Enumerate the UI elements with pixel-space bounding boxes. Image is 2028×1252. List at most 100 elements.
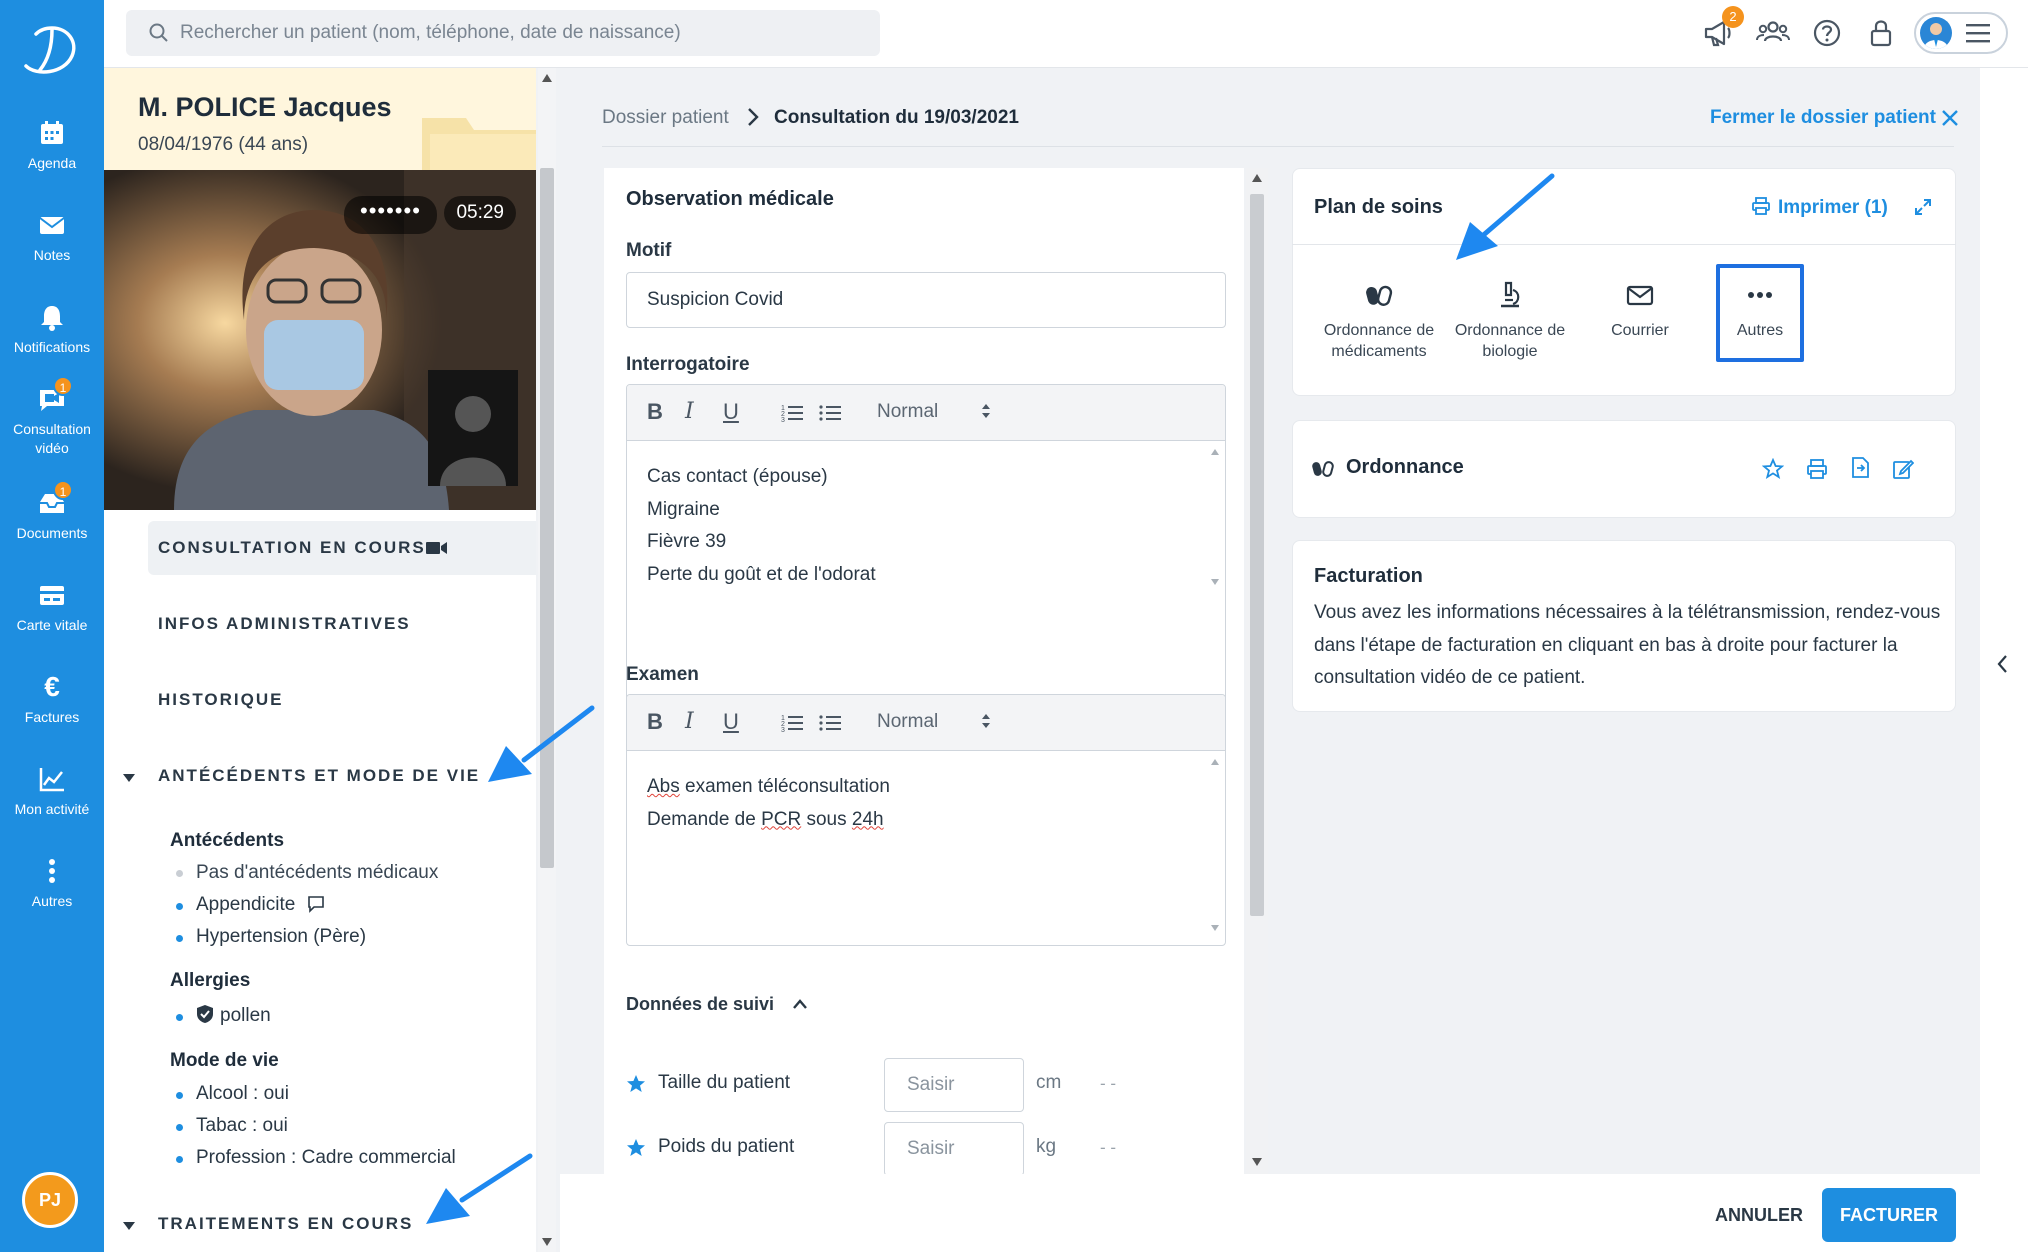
select-arrows-icon — [982, 714, 990, 728]
nav-carte-vitale[interactable]: Carte vitale — [0, 580, 104, 635]
ordonnance-biologie-action[interactable]: Ordonnance de biologie — [1440, 266, 1580, 362]
section-traitements-label: TRAITEMENTS EN COURS — [158, 1214, 414, 1233]
patient-panel-scrollbar[interactable] — [538, 68, 556, 1252]
nav-notes[interactable]: Notes — [0, 210, 104, 265]
examen-editor[interactable]: B I U 123 Normal Abs examen téléconsulta… — [626, 694, 1226, 946]
section-traitements[interactable]: TRAITEMENTS EN COURS — [148, 1197, 536, 1251]
taille-field[interactable] — [884, 1058, 1024, 1112]
scroll-down-icon[interactable] — [1252, 1158, 1262, 1166]
main-navigation: Agenda Notes Notifications 1 Consultatio… — [0, 0, 104, 1252]
scroll-up-icon[interactable] — [1252, 174, 1262, 182]
italic-button[interactable]: I — [685, 709, 694, 734]
search-input[interactable] — [180, 10, 860, 56]
tab-consultation-en-cours[interactable]: CONSULTATION EN COURS — [148, 521, 536, 575]
tab-historique-label: HISTORIQUE — [158, 690, 284, 709]
nav-agenda[interactable]: Agenda — [0, 118, 104, 173]
printer-icon[interactable] — [1806, 458, 1828, 480]
bullet-list-icon[interactable] — [819, 403, 841, 423]
text-style-select[interactable]: Normal — [877, 401, 938, 423]
nav-carte-vitale-label: Carte vitale — [16, 617, 88, 633]
video-status-dots: ••••••• — [344, 196, 437, 234]
nav-consultation-video[interactable]: 1 Consultation vidéo — [0, 376, 104, 458]
printer-icon — [1752, 197, 1770, 215]
app-logo[interactable] — [18, 20, 82, 80]
interrogatoire-text[interactable]: Cas contact (épouse) Migraine Fièvre 39 … — [647, 461, 876, 591]
nav-factures[interactable]: € Factures — [0, 672, 104, 727]
chevron-up-icon[interactable] — [792, 998, 808, 1010]
underline-button[interactable]: U — [723, 399, 739, 425]
nav-mon-activite[interactable]: Mon activité — [0, 764, 104, 819]
poids-label: Poids du patient — [658, 1136, 795, 1157]
allergies-title: Allergies — [170, 970, 251, 991]
caret-down-icon[interactable] — [122, 1221, 136, 1231]
lock-icon[interactable] — [1864, 16, 1900, 52]
comment-icon[interactable] — [307, 895, 325, 913]
ordered-list-icon[interactable]: 123 — [781, 713, 803, 733]
card-icon — [37, 580, 67, 610]
star-icon — [627, 1075, 645, 1092]
underline-button[interactable]: U — [723, 709, 739, 735]
video-stream[interactable]: ••••••• 05:29 — [104, 170, 536, 510]
close-file-link[interactable]: Fermer le dossier patient — [1710, 107, 1936, 129]
bold-button[interactable]: B — [647, 399, 663, 425]
ordered-list-icon[interactable]: 123 — [781, 403, 803, 423]
italic-button[interactable]: I — [685, 399, 694, 424]
mode-de-vie-item: Alcool : oui — [196, 1083, 289, 1104]
facturation-text: Vous avez les informations nécessaires à… — [1314, 602, 1941, 688]
observation-scrollbar[interactable] — [1246, 168, 1268, 1174]
bullet-list-icon[interactable] — [819, 713, 841, 733]
nav-mon-activite-label: Mon activité — [14, 801, 90, 817]
tab-infos-label: INFOS ADMINISTRATIVES — [158, 614, 411, 633]
team-icon[interactable] — [1756, 16, 1792, 52]
cancel-button[interactable]: ANNULER — [1704, 1190, 1814, 1240]
autres-action[interactable]: Autres — [1716, 264, 1804, 362]
editor-scrollbar[interactable] — [1209, 447, 1221, 587]
scroll-down-icon[interactable] — [542, 1238, 552, 1246]
expand-icon[interactable] — [1914, 198, 1932, 216]
search-icon — [149, 23, 168, 42]
tab-infos-administratives[interactable]: INFOS ADMINISTRATIVES — [148, 597, 536, 651]
courrier-action[interactable]: Courrier — [1570, 266, 1710, 341]
ordonnance-title: Ordonnance — [1346, 456, 1464, 478]
star-outline-icon[interactable] — [1762, 458, 1784, 480]
scroll-up-icon[interactable] — [542, 74, 552, 82]
print-button[interactable]: Imprimer (1) — [1752, 197, 1888, 219]
nav-documents[interactable]: 1 Documents — [0, 480, 104, 543]
bold-button[interactable]: B — [647, 709, 663, 735]
tab-historique[interactable]: HISTORIQUE — [148, 673, 536, 727]
nav-autres-label: Autres — [31, 893, 73, 909]
user-avatar[interactable]: PJ — [22, 1172, 78, 1228]
patient-search[interactable] — [126, 10, 880, 56]
editor-scrollbar[interactable] — [1209, 757, 1221, 933]
scroll-thumb[interactable] — [1250, 194, 1264, 916]
breadcrumb-dossier[interactable]: Dossier patient — [602, 107, 729, 129]
account-menu[interactable] — [1914, 12, 2008, 54]
caret-down-icon[interactable] — [122, 773, 136, 783]
text-style-select[interactable]: Normal — [877, 711, 938, 733]
help-icon[interactable] — [1810, 16, 1846, 52]
taille-input[interactable] — [885, 1059, 1023, 1111]
text-segment: examen téléconsultation — [679, 776, 890, 797]
envelope-icon — [1626, 285, 1654, 306]
nav-agenda-label: Agenda — [27, 155, 77, 171]
ordonnance-medicaments-action[interactable]: Ordonnance de médicaments — [1309, 266, 1449, 362]
antecedent-item[interactable]: Appendicite — [196, 894, 325, 916]
motif-field[interactable] — [626, 272, 1226, 328]
bell-icon — [37, 302, 67, 332]
chevron-left-icon[interactable] — [1996, 654, 2008, 674]
scroll-thumb[interactable] — [540, 168, 554, 868]
send-document-icon[interactable] — [1850, 456, 1872, 480]
examen-text[interactable]: Abs examen téléconsultation Demande de P… — [647, 771, 890, 836]
close-icon[interactable] — [1940, 108, 1960, 128]
facturer-button[interactable]: FACTURER — [1822, 1188, 1956, 1242]
poids-field[interactable] — [884, 1122, 1024, 1174]
motif-input[interactable] — [627, 273, 1225, 327]
nav-notifications[interactable]: Notifications — [0, 302, 104, 357]
nav-autres[interactable]: Autres — [0, 856, 104, 911]
poids-input[interactable] — [885, 1123, 1023, 1174]
self-camera-thumbnail[interactable] — [428, 370, 518, 486]
edit-icon[interactable] — [1892, 458, 1914, 480]
section-antecedents[interactable]: ANTÉCÉDENTS ET MODE DE VIE — [148, 749, 536, 803]
svg-text:3: 3 — [781, 727, 785, 733]
shield-check-icon — [197, 1005, 213, 1023]
